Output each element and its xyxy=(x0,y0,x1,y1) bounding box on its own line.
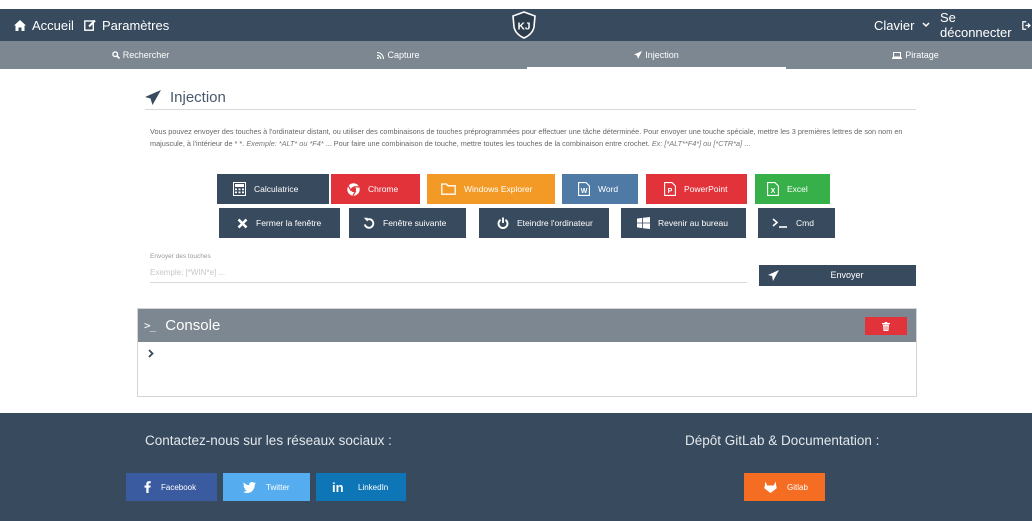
terminal-icon: >_ xyxy=(144,319,156,332)
keyboard-dropdown[interactable]: Clavier xyxy=(874,9,930,41)
paper-plane-icon xyxy=(634,51,643,59)
folder-icon xyxy=(441,183,456,195)
tab-capture[interactable]: Capture xyxy=(269,41,528,69)
windows-icon xyxy=(637,217,650,229)
tab-label: Rechercher xyxy=(122,50,170,60)
tab-label: Capture xyxy=(387,50,420,60)
linkedin-button[interactable]: in LinkedIn xyxy=(316,473,406,501)
app-logo[interactable]: KJ xyxy=(510,11,538,39)
send-button-label: Envoyer xyxy=(830,270,864,280)
button-label: PowerPoint xyxy=(684,184,728,194)
svg-text:P: P xyxy=(668,188,673,195)
show-desktop-button[interactable]: Revenir au bureau xyxy=(621,208,746,238)
chevron-right-icon xyxy=(148,349,154,358)
search-icon xyxy=(111,51,120,59)
example-text: Ex: [*ALT**F4*] ou [*CTR*a] xyxy=(651,138,743,148)
linkedin-icon: in xyxy=(332,481,344,493)
rss-icon xyxy=(377,51,385,59)
nav-home-label: Accueil xyxy=(32,17,74,33)
chevron-down-icon xyxy=(922,22,930,28)
button-label: Facebook xyxy=(161,482,197,492)
chrome-button[interactable]: Chrome xyxy=(331,174,420,204)
windows-explorer-button[interactable]: Windows Explorer xyxy=(427,174,555,204)
tab-label: Piratage xyxy=(905,50,939,60)
excel-button[interactable]: X Excel xyxy=(755,174,830,204)
facebook-icon xyxy=(144,481,151,493)
paper-plane-icon xyxy=(145,89,161,105)
svg-text:in: in xyxy=(332,481,344,493)
trash-icon xyxy=(882,321,890,331)
button-label: Windows Explorer xyxy=(464,184,533,194)
power-icon xyxy=(497,217,509,229)
example-text: Exemple: *ALT* ou *F4* xyxy=(246,138,324,148)
edit-icon xyxy=(84,19,96,31)
button-label: LinkedIn xyxy=(358,482,389,492)
console-panel: >_ Console xyxy=(137,308,917,397)
tab-piratage[interactable]: Piratage xyxy=(786,41,1032,69)
close-icon xyxy=(237,218,248,228)
cmd-button[interactable]: Cmd xyxy=(758,208,835,238)
button-label: Eteindre l'ordinateur xyxy=(517,218,593,228)
button-label: Fenêtre suivante xyxy=(383,218,447,228)
clear-console-button[interactable] xyxy=(865,317,907,335)
tab-label: Injection xyxy=(645,50,679,60)
gitlab-button[interactable]: Gitlab xyxy=(744,473,825,501)
send-keys-label: Envoyer des touches xyxy=(150,253,211,260)
section-header: Injection xyxy=(145,85,916,110)
button-label: Revenir au bureau xyxy=(658,218,728,228)
button-label: Fermer la fenêtre xyxy=(256,218,322,228)
powerpoint-file-icon: P xyxy=(664,182,676,196)
logo-text: KJ xyxy=(518,22,531,33)
button-label: Gitlab xyxy=(787,482,808,492)
tab-injection[interactable]: Injection xyxy=(527,41,786,69)
page-title: Injection xyxy=(170,88,226,106)
nav-home-link[interactable]: Accueil xyxy=(14,9,74,41)
nav-settings-link[interactable]: Paramètres xyxy=(84,9,169,41)
calculator-icon xyxy=(233,182,246,196)
facebook-button[interactable]: Facebook xyxy=(126,473,217,501)
console-title: Console xyxy=(165,317,221,334)
social-title: Contactez-nous sur les réseaux sociaux : xyxy=(145,433,392,448)
gitlab-icon xyxy=(764,481,777,493)
svg-text:X: X xyxy=(771,188,776,195)
word-button[interactable]: W Word xyxy=(562,174,638,204)
twitter-button[interactable]: Twitter xyxy=(223,473,310,501)
send-button[interactable]: Envoyer xyxy=(759,265,916,286)
undo-icon xyxy=(363,217,375,229)
console-header: >_ Console xyxy=(138,309,916,342)
next-window-button[interactable]: Fenêtre suivante xyxy=(349,208,466,238)
console-prompt[interactable] xyxy=(148,349,154,358)
repo-title: Dépôt GitLab & Documentation : xyxy=(685,433,880,448)
button-label: Calculatrice xyxy=(254,184,299,194)
word-file-icon: W xyxy=(578,182,590,196)
button-label: Chrome xyxy=(368,184,399,194)
injection-description: Vous pouvez envoyer des touches à l'ordi… xyxy=(150,127,903,148)
keyboard-label: Clavier xyxy=(874,17,915,33)
button-label: Cmd xyxy=(796,218,814,228)
terminal-icon xyxy=(772,218,787,228)
nav-settings-label: Paramètres xyxy=(102,17,170,33)
laptop-icon xyxy=(892,51,903,59)
svg-text:W: W xyxy=(581,188,588,195)
sign-out-icon xyxy=(1022,20,1031,30)
tab-rechercher[interactable]: Rechercher xyxy=(11,41,270,69)
home-icon xyxy=(14,19,26,31)
send-keys-input[interactable] xyxy=(150,263,747,283)
footer: Contactez-nous sur les réseaux sociaux :… xyxy=(0,413,1032,521)
chrome-icon xyxy=(347,182,360,196)
tab-bar: Rechercher Capture Injection Piratage xyxy=(0,41,1032,69)
shutdown-button[interactable]: Eteindre l'ordinateur xyxy=(479,208,609,238)
button-label: Twitter xyxy=(266,482,290,492)
powerpoint-button[interactable]: P PowerPoint xyxy=(646,174,747,204)
excel-file-icon: X xyxy=(767,182,779,196)
logout-link[interactable]: Se déconnecter xyxy=(940,9,1032,41)
logout-label: Se déconnecter xyxy=(940,10,1012,40)
calculator-button[interactable]: Calculatrice xyxy=(217,174,329,204)
twitter-icon xyxy=(243,481,256,493)
close-window-button[interactable]: Fermer la fenêtre xyxy=(219,208,340,238)
top-navbar: Accueil Paramètres KJ Clavier Se déconne… xyxy=(0,9,1032,41)
button-label: Excel xyxy=(787,184,808,194)
button-label: Word xyxy=(598,184,619,194)
